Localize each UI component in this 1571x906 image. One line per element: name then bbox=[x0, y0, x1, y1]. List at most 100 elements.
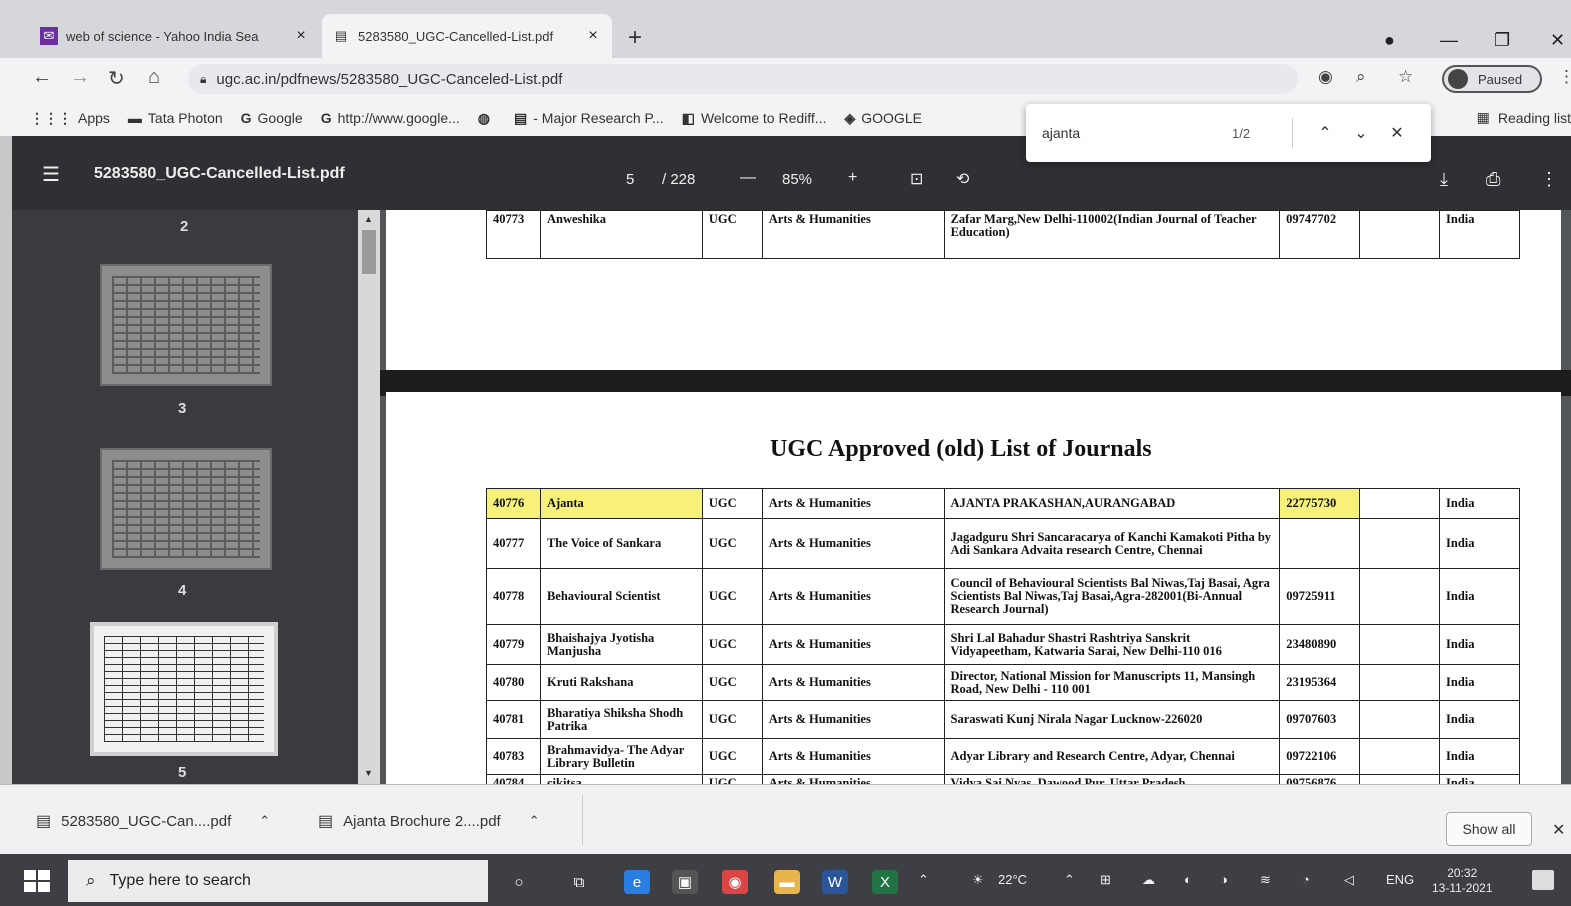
tab-yahoo[interactable]: ✉ web of science - Yahoo India Sea × bbox=[30, 14, 320, 58]
back-icon[interactable]: ← bbox=[32, 66, 52, 89]
bookmark-major-research[interactable]: ▤ - Major Research P... bbox=[514, 110, 664, 127]
bookmark-google[interactable]: G Google bbox=[241, 110, 303, 126]
page-thumbnail[interactable] bbox=[100, 264, 272, 386]
find-close-icon[interactable]: ✕ bbox=[1379, 123, 1415, 143]
page-thumbnail-selected[interactable] bbox=[90, 622, 278, 756]
scroll-thumb[interactable] bbox=[362, 230, 376, 274]
table-row: 40781 Bharatiya Shiksha Shodh Patrika UGC A… bbox=[486, 700, 1520, 739]
scroll-down-icon[interactable]: ▼ bbox=[364, 768, 373, 778]
document-icon: ▤ bbox=[514, 109, 528, 126]
close-window-icon[interactable]: ✕ bbox=[1550, 30, 1565, 51]
table-cell: 22775730 bbox=[1279, 488, 1361, 519]
thumbnail-label: 4 bbox=[178, 582, 187, 599]
scroll-up-icon[interactable]: ▲ bbox=[364, 214, 373, 224]
menu-dots-icon[interactable]: ⋮ bbox=[1558, 67, 1571, 87]
table-cell: Bhaishajya Jyotisha Manjusha bbox=[539, 624, 703, 665]
rediff-icon: ◧ bbox=[681, 109, 695, 126]
store-icon[interactable]: ▣ bbox=[672, 870, 698, 894]
minimize-icon[interactable]: — bbox=[1440, 30, 1458, 51]
find-next-icon[interactable]: ⌄ bbox=[1343, 123, 1379, 143]
system-clock[interactable]: 20:32 13-11-2021 bbox=[1432, 866, 1493, 896]
taskbar-search[interactable]: ⌕ Type here to search bbox=[68, 860, 488, 902]
table-cell bbox=[1359, 518, 1441, 569]
tray-app-icon[interactable]: ◑ bbox=[1220, 872, 1228, 887]
journals-table: 40776 Ajanta UGC Arts & Humanities AJANTA PR… bbox=[486, 488, 1520, 793]
table-cell: Arts & Humanities bbox=[761, 488, 945, 519]
table-cell bbox=[1359, 738, 1441, 775]
table-cell: 40778 bbox=[486, 568, 541, 625]
bookmark-apps[interactable]: ⋮⋮⋮ Apps bbox=[30, 110, 110, 127]
show-all-button[interactable]: Show all bbox=[1446, 812, 1532, 846]
address-bar[interactable]: 🔒︎ ugc.ac.in/pdfnews/5283580_UGC-Cancele… bbox=[188, 64, 1298, 94]
print-icon[interactable]: ⎙ bbox=[1486, 169, 1500, 190]
table-cell: UGC bbox=[701, 568, 763, 625]
tray-app-icon[interactable]: ◐ bbox=[1184, 872, 1192, 887]
wifi-icon[interactable]: ≋ bbox=[1260, 872, 1271, 888]
network-icon[interactable]: ⊞ bbox=[1100, 872, 1111, 888]
find-input[interactable]: ajanta bbox=[1042, 125, 1232, 141]
table-cell: India bbox=[1439, 664, 1520, 701]
sidebar-scrollbar[interactable]: ▲ ▼ bbox=[358, 210, 380, 784]
close-tab-icon[interactable]: × bbox=[292, 27, 310, 45]
tray-app-icon[interactable]: ◔ bbox=[1302, 872, 1310, 887]
language-indicator[interactable]: ENG bbox=[1386, 872, 1414, 887]
show-hidden-icon[interactable]: ⌃ bbox=[1064, 872, 1075, 888]
file-explorer-icon[interactable]: ▬ bbox=[774, 870, 800, 894]
bookmark-google-caps[interactable]: ◈ GOOGLE bbox=[844, 110, 921, 127]
onedrive-icon[interactable]: ☁ bbox=[1142, 872, 1155, 888]
zoom-level[interactable]: 85% bbox=[782, 171, 812, 188]
volume-icon[interactable]: ◁ bbox=[1344, 872, 1354, 888]
bookmark-globe[interactable]: ◍ bbox=[478, 110, 496, 127]
temperature[interactable]: 22°C bbox=[998, 872, 1027, 887]
profile-button[interactable]: Paused bbox=[1442, 65, 1542, 93]
maximize-icon[interactable]: ❐ bbox=[1494, 30, 1510, 51]
bookmark-tata-photon[interactable]: ▬ Tata Photon bbox=[128, 110, 223, 126]
find-previous-icon[interactable]: ⌃ bbox=[1307, 123, 1343, 143]
zoom-search-icon[interactable]: ⌕ bbox=[1356, 67, 1366, 87]
page-number-input[interactable]: 5 bbox=[626, 171, 634, 188]
bookmark-rediff[interactable]: ◧ Welcome to Rediff... bbox=[682, 110, 827, 127]
zoom-in-icon[interactable]: + bbox=[848, 169, 857, 187]
reload-icon[interactable]: ↻ bbox=[108, 66, 125, 91]
tray-chevron-icon[interactable]: ⌃ bbox=[918, 872, 929, 888]
notifications-icon[interactable] bbox=[1532, 870, 1554, 890]
record-icon[interactable]: ● bbox=[1384, 30, 1395, 51]
tab-pdf[interactable]: ▤ 5283580_UGC-Cancelled-List.pdf × bbox=[322, 14, 612, 58]
chrome-icon[interactable]: ◉ bbox=[722, 870, 748, 894]
close-tab-icon[interactable]: × bbox=[584, 27, 602, 45]
rotate-icon[interactable]: ⟲ bbox=[956, 169, 969, 189]
more-options-icon[interactable]: ⋮ bbox=[1540, 169, 1558, 190]
menu-icon[interactable]: ☰ bbox=[42, 162, 60, 187]
cortana-icon[interactable]: ○ bbox=[506, 870, 532, 894]
bookmark-google-url[interactable]: Ghttp://www.google... bbox=[321, 110, 460, 126]
bookmark-star-icon[interactable]: ☆ bbox=[1398, 67, 1413, 87]
task-view-icon[interactable]: ⧉ bbox=[566, 870, 592, 894]
table-cell: Jagadguru Shri Sancaracarya of Kanchi Ka… bbox=[943, 518, 1281, 569]
forward-icon[interactable]: → bbox=[70, 66, 90, 89]
table-cell: 40773 bbox=[486, 210, 541, 259]
fit-page-icon[interactable]: ⊡ bbox=[910, 169, 923, 189]
table-cell: Director, National Mission for Manuscrip… bbox=[943, 664, 1281, 701]
table-cell: India bbox=[1439, 210, 1520, 259]
word-icon[interactable]: W bbox=[822, 870, 848, 894]
download-item[interactable]: ▤ Ajanta Brochure 2....pdf ⌃ bbox=[318, 811, 540, 831]
extension-icon[interactable]: ◉ bbox=[1318, 67, 1333, 87]
table-cell: Arts & Humanities bbox=[761, 624, 945, 665]
table-cell: 09722106 bbox=[1279, 738, 1361, 775]
download-item[interactable]: ▤ 5283580_UGC-Can....pdf ⌃ bbox=[36, 811, 270, 831]
windows-start-icon[interactable] bbox=[24, 870, 50, 892]
table-cell: India bbox=[1439, 488, 1520, 519]
weather-icon[interactable]: ☀ bbox=[972, 872, 984, 888]
page-thumbnail[interactable] bbox=[100, 448, 272, 570]
new-tab-button[interactable]: + bbox=[628, 24, 642, 52]
chevron-up-icon[interactable]: ⌃ bbox=[259, 813, 270, 829]
home-icon[interactable]: ⌂ bbox=[148, 66, 160, 89]
download-icon[interactable]: ⤓ bbox=[1440, 169, 1448, 190]
zoom-out-icon[interactable]: — bbox=[740, 169, 756, 187]
reading-list-button[interactable]: ▦ Reading list bbox=[1477, 109, 1571, 126]
edge-icon[interactable]: e bbox=[624, 870, 650, 894]
close-downloads-icon[interactable]: ✕ bbox=[1552, 820, 1565, 840]
excel-icon[interactable]: X bbox=[872, 870, 898, 894]
pdf-file-icon: ▤ bbox=[36, 813, 52, 830]
chevron-up-icon[interactable]: ⌃ bbox=[529, 813, 540, 829]
